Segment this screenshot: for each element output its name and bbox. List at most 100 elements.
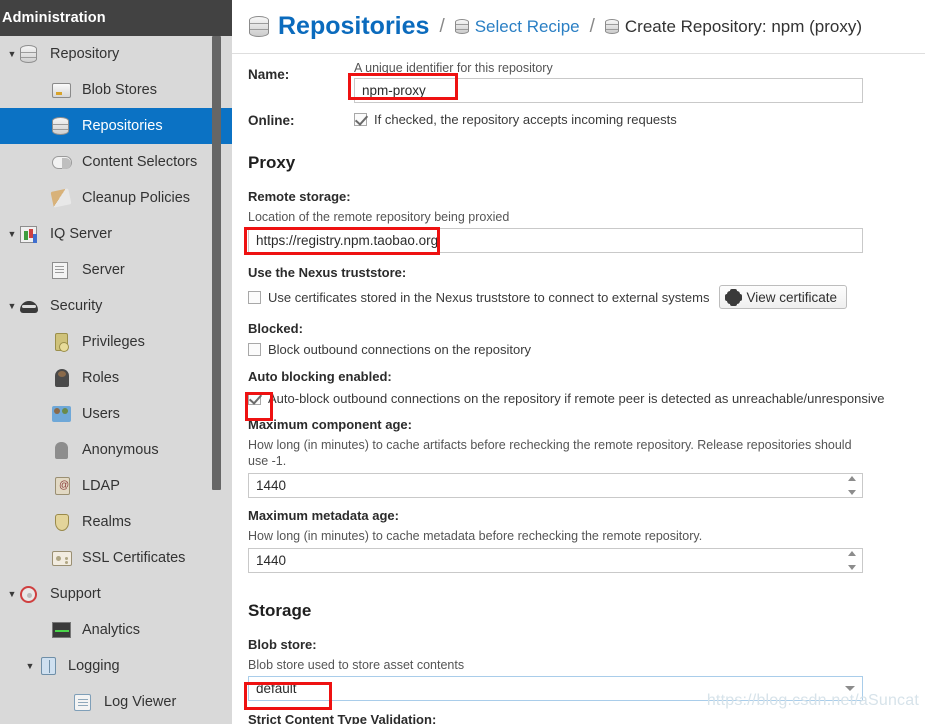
spinner-arrows-icon[interactable] (847, 476, 857, 495)
roles-icon-glyph (55, 369, 69, 387)
view-certificate-label: View certificate (746, 289, 838, 305)
sidebar-item-repositories[interactable]: ▼Repositories (0, 108, 232, 144)
max-metadata-age-group: Maximum metadata age: How long (in minut… (232, 508, 925, 573)
sidebar-item-users[interactable]: ▼Users (0, 396, 232, 432)
logging-book-icon (38, 656, 60, 676)
blob-store-label: Blob store: (248, 637, 317, 652)
sidebar-item-iq-server[interactable]: ▼ IQ Server (0, 216, 232, 252)
sidebar-nav-list: ▼Repository▼Blob Stores▼Repositories▼Con… (0, 36, 232, 720)
blob-store-hint: Blob store used to store asset contents (248, 658, 465, 672)
sidebar-item-label: Realms (82, 513, 132, 530)
sidebar-item-log-viewer[interactable]: ▼Log Viewer (0, 684, 232, 720)
broom-icon (50, 188, 74, 208)
field-online-row: Online: If checked, the repository accep… (232, 112, 925, 128)
main-panel: Repositories / Select Recipe / Create Re… (232, 0, 925, 724)
auto-blocking-group: Auto blocking enabled: Auto-block outbou… (232, 369, 925, 406)
sidebar-item-support[interactable]: ▼ Support (0, 576, 232, 612)
sidebar-item-label: Anonymous (82, 441, 159, 458)
view-certificate-button[interactable]: View certificate (719, 285, 848, 309)
breadcrumb-link-select-recipe[interactable]: Select Recipe (475, 18, 580, 35)
sidebar-item-logging[interactable]: ▼ Logging (0, 648, 232, 684)
auto-blocking-checkbox-row[interactable]: Auto-block outbound connections on the r… (248, 391, 905, 406)
watermark: https://blog.csdn.net/aSuncat (706, 692, 919, 709)
sidebar-item-label: Repositories (82, 117, 163, 134)
max-component-age-input[interactable] (248, 473, 863, 498)
sidebar-item-ssl-certificates[interactable]: ▼SSL Certificates (0, 540, 232, 576)
truststore-checkbox-label: Use certificates stored in the Nexus tru… (268, 289, 710, 305)
sidebar-item-label: Support (50, 585, 101, 602)
sidebar-item-anonymous[interactable]: ▼Anonymous (0, 432, 232, 468)
blocked-label: Blocked: (248, 321, 303, 336)
name-label: Name: (248, 67, 290, 82)
blocked-checkbox-row[interactable]: Block outbound connections on the reposi… (248, 342, 863, 357)
max-metadata-age-input[interactable] (248, 548, 863, 573)
sidebar-item-ldap[interactable]: ▼LDAP (0, 468, 232, 504)
max-component-age-spinner[interactable] (248, 473, 863, 498)
sidebar-item-analytics[interactable]: ▼Analytics (0, 612, 232, 648)
online-label: Online: (248, 113, 295, 128)
database-icon-glyph (20, 45, 37, 63)
sidebar-item-label: Cleanup Policies (82, 189, 191, 206)
sidebar-item-label: Server (82, 261, 125, 278)
iq-server-icon (20, 224, 42, 244)
sidebar-item-label: Security (50, 297, 103, 314)
sidebar-item-realms[interactable]: ▼Realms (0, 504, 232, 540)
sidebar-item-label: Logging (68, 657, 120, 674)
sidebar-scrollbar-thumb[interactable] (212, 36, 221, 490)
auto-blocking-checkbox[interactable] (248, 392, 261, 405)
support-lifering-icon (20, 584, 42, 604)
privileges-icon (52, 332, 74, 352)
truststore-checkbox-row[interactable]: Use certificates stored in the Nexus tru… (248, 285, 863, 309)
anonymous-icon-glyph (55, 442, 68, 459)
ssl-certificate-icon-glyph (52, 551, 72, 566)
sidebar-item-label: LDAP (82, 477, 120, 494)
storage-section-title: Storage (248, 601, 312, 620)
log-viewer-icon (74, 692, 96, 712)
max-component-age-label: Maximum component age: (248, 417, 412, 432)
sidebar: Administration ▼Repository▼Blob Stores▼R… (0, 0, 232, 724)
truststore-label: Use the Nexus truststore: (248, 265, 407, 280)
breadcrumb-title[interactable]: Repositories (278, 14, 429, 39)
chevron-down-icon[interactable]: ▼ (4, 589, 20, 599)
chevron-down-icon[interactable]: ▼ (22, 661, 38, 671)
sidebar-item-label: Log Viewer (104, 693, 177, 710)
repository-form: Name: A unique identifier for this repos… (232, 54, 925, 724)
sidebar-item-content-selectors[interactable]: ▼Content Selectors (0, 144, 232, 180)
field-name-row: Name: A unique identifier for this repos… (232, 60, 925, 103)
database-icon-small-1 (454, 19, 469, 34)
spinner-arrows-icon-2[interactable] (847, 551, 857, 570)
blocked-checkbox-label: Block outbound connections on the reposi… (268, 342, 532, 357)
name-input[interactable] (354, 78, 863, 103)
chevron-down-icon[interactable]: ▼ (4, 229, 20, 239)
sidebar-item-privileges[interactable]: ▼Privileges (0, 324, 232, 360)
chevron-down-icon[interactable]: ▼ (4, 49, 20, 59)
max-component-age-group: Maximum component age: How long (in minu… (232, 417, 925, 498)
database-icon (20, 44, 42, 64)
sidebar-item-roles[interactable]: ▼Roles (0, 360, 232, 396)
max-metadata-age-spinner[interactable] (248, 548, 863, 573)
online-checkbox-row[interactable]: If checked, the repository accepts incom… (354, 112, 863, 127)
sidebar-item-cleanup-policies[interactable]: ▼Cleanup Policies (0, 180, 232, 216)
sidebar-item-label: Analytics (82, 621, 141, 638)
users-icon (52, 404, 74, 424)
truststore-checkbox[interactable] (248, 290, 261, 304)
breadcrumb: Repositories / Select Recipe / Create Re… (232, 0, 925, 54)
remote-storage-input[interactable] (248, 228, 863, 253)
sidebar-item-label: Roles (82, 369, 120, 386)
sidebar-item-security[interactable]: ▼ Security (0, 288, 232, 324)
sidebar-item-repository[interactable]: ▼ Repository (0, 36, 232, 72)
blocked-checkbox[interactable] (248, 343, 261, 356)
auto-blocking-checkbox-label: Auto-block outbound connections on the r… (268, 391, 885, 406)
sidebar-scrollbar-track[interactable] (212, 36, 221, 724)
sidebar-header-title: Administration (0, 0, 232, 36)
blocked-group: Blocked: Block outbound connections on t… (232, 321, 925, 357)
database-icon (52, 116, 74, 136)
sidebar-item-server[interactable]: ▼Server (0, 252, 232, 288)
chevron-down-icon[interactable]: ▼ (4, 301, 20, 311)
online-checkbox[interactable] (354, 113, 367, 126)
broom-icon-glyph (50, 188, 72, 208)
chevron-down-icon[interactable] (845, 686, 855, 691)
sidebar-item-blob-stores[interactable]: ▼Blob Stores (0, 72, 232, 108)
roles-icon (52, 368, 74, 388)
gear-icon (725, 288, 743, 306)
